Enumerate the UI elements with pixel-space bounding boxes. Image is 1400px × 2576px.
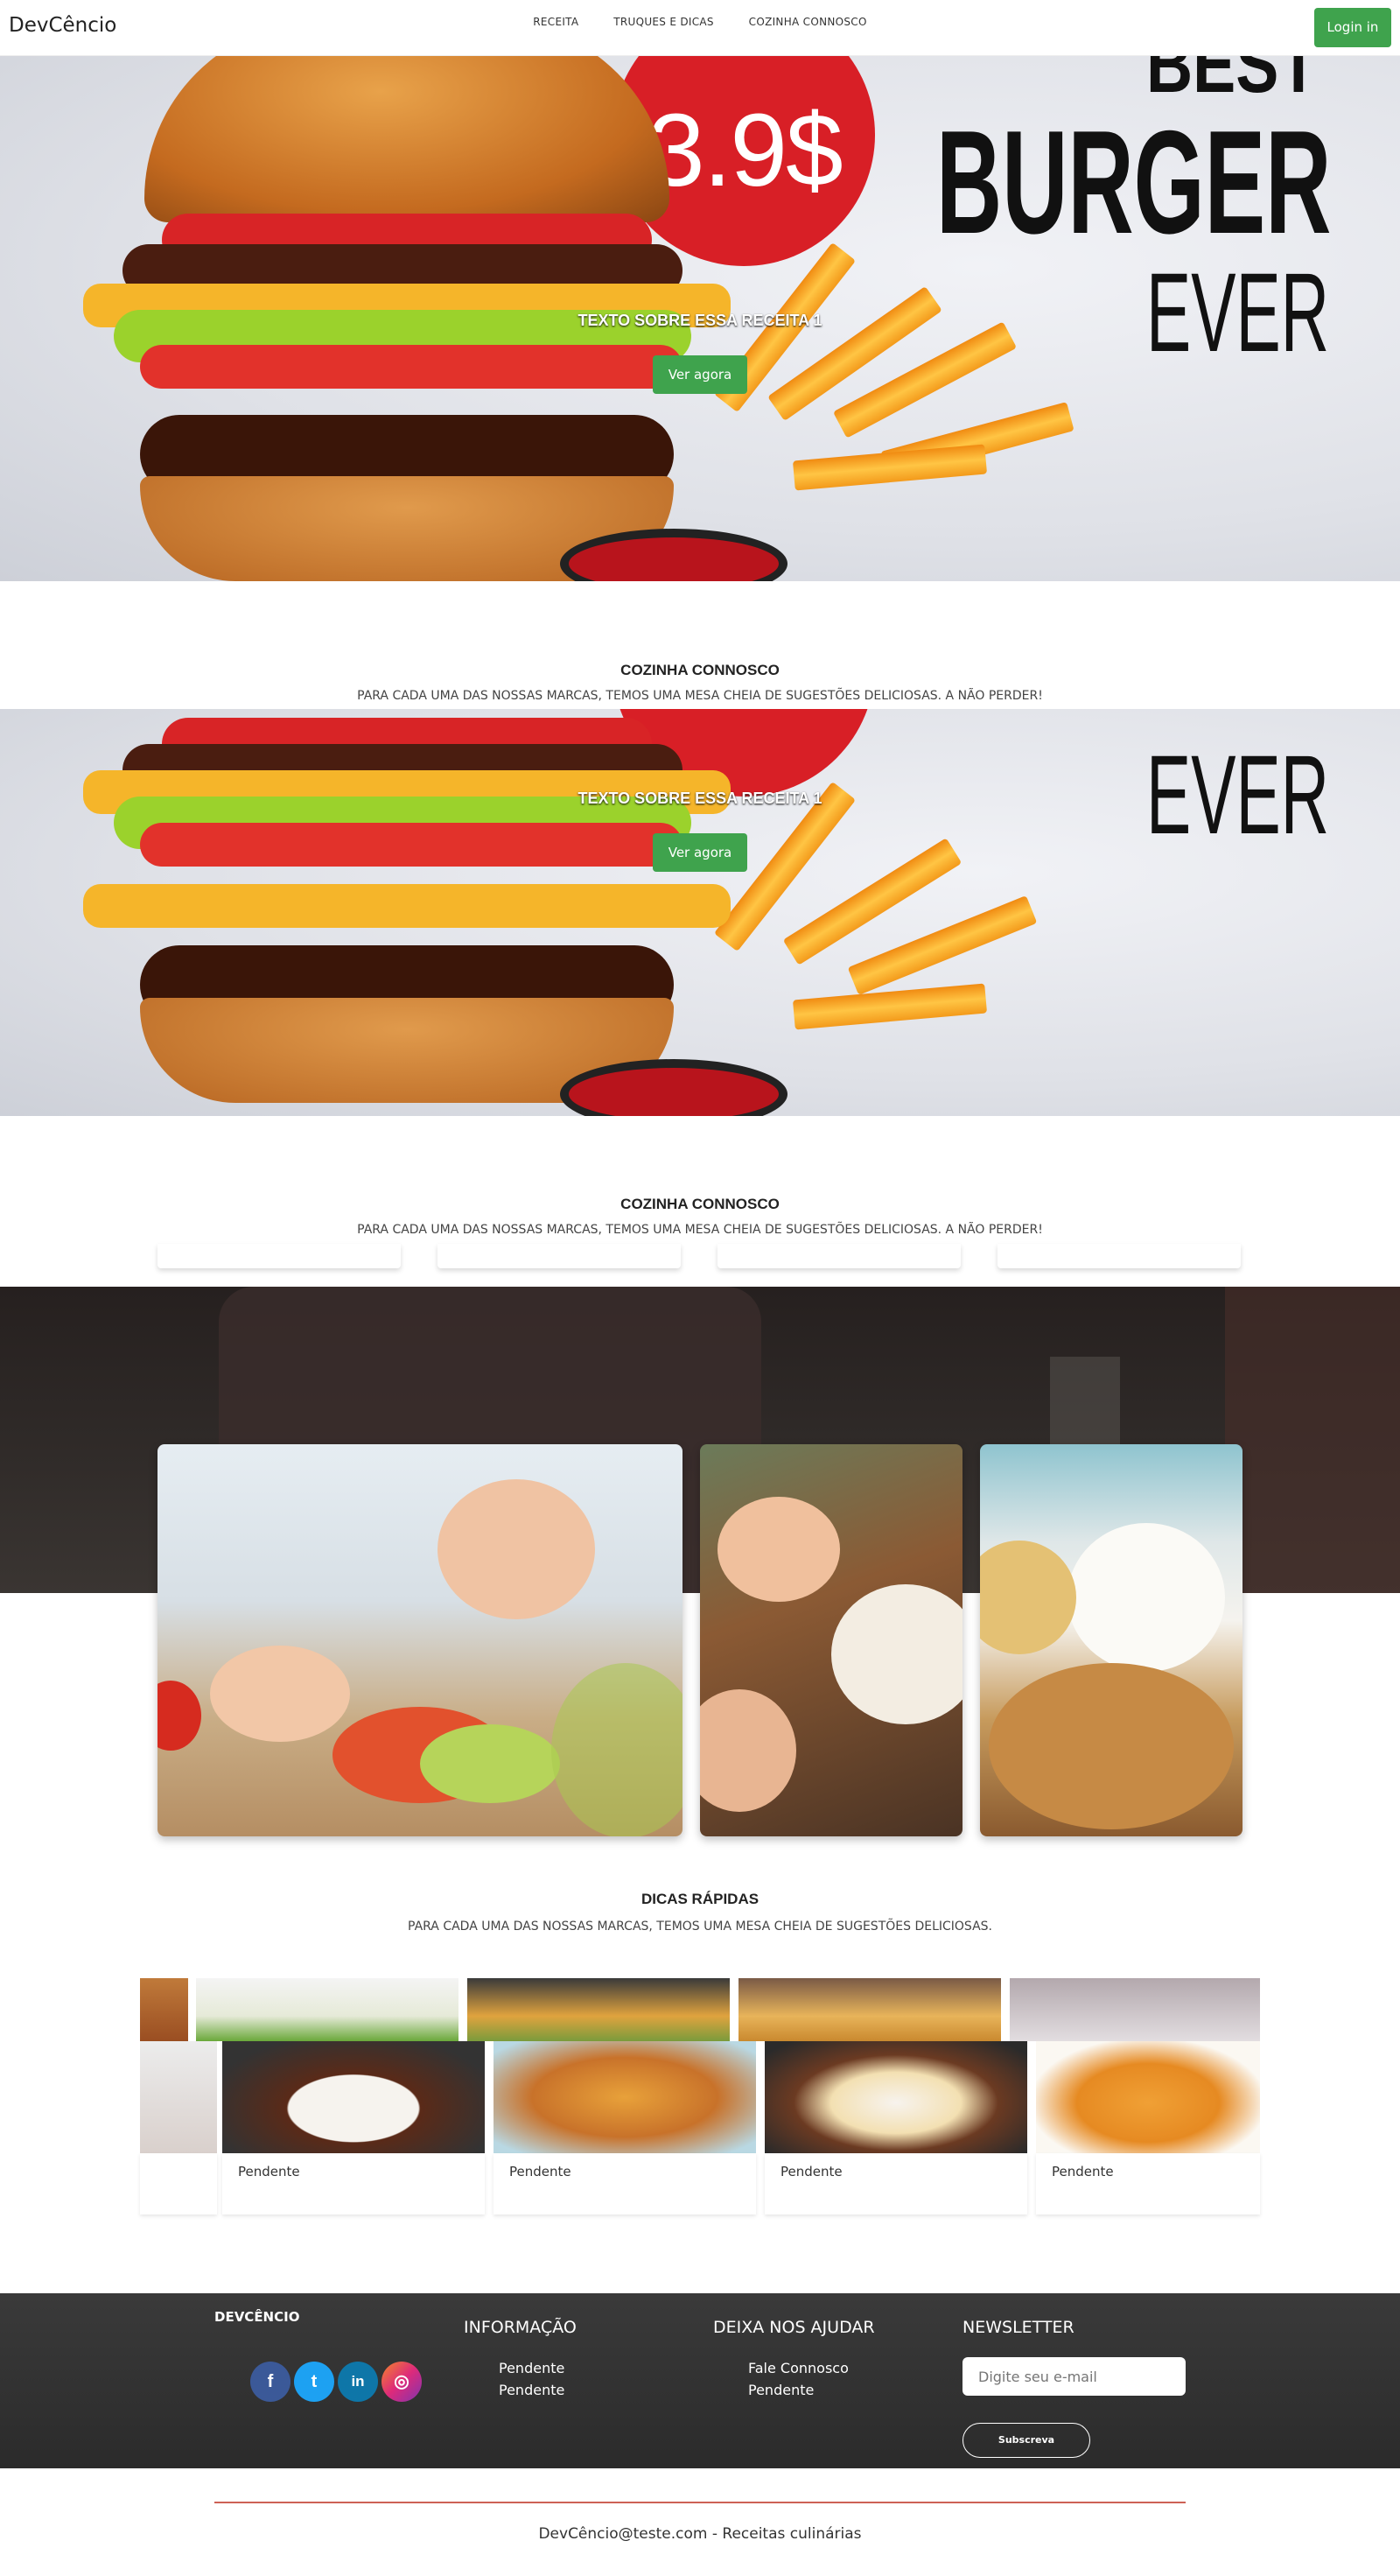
photo-card-chopping-onion[interactable] [700,1444,962,1836]
twitter-icon[interactable]: t [294,2362,334,2402]
section-subtitle: PARA CADA UMA DAS NOSSAS MARCAS, TEMOS U… [408,1920,992,1934]
tomato-shape [158,1681,201,1751]
card[interactable] [158,1244,401,1268]
chicken-pile [989,1663,1234,1829]
card[interactable] [998,1244,1241,1268]
burger-cheese [83,884,731,928]
main-menu: RECEITA TRUQUES E DICAS COZINHA CONNOSCO [0,16,1400,28]
footer-newsletter-title: NEWSLETTER [962,2318,1074,2337]
hero-cta-button[interactable]: Ver agora [653,355,747,394]
footer-help-link[interactable]: Fale Connosco [748,2360,849,2376]
hand-shape [438,1479,595,1619]
hero-banner: EVER TEXTO SOBRE ESSA RECEITA 1 Ver agor… [0,709,1400,1116]
footer-info-link[interactable]: Pendente [499,2360,564,2376]
subscribe-button[interactable]: Subscreva [962,2423,1090,2458]
footer-divider [214,2502,1186,2503]
instagram-icon[interactable]: ◎ [382,2362,422,2402]
carousel-peek [196,1978,458,2041]
footer-info-title: INFORMAÇÃO [464,2318,577,2337]
copyright-text: DevCêncio@teste.com - Receitas culinária… [538,2525,862,2543]
carousel-peek [1010,1978,1260,2041]
carousel-image[interactable] [1036,2041,1260,2153]
carousel-card-label: Pendente [509,2164,571,2179]
hero-caption: TEXTO SOBRE ESSA RECEITA 1 [578,790,822,807]
section-subtitle: PARA CADA UMA DAS NOSSAS MARCAS, TEMOS U… [357,1223,1043,1237]
carousel-peek [738,1978,1001,2041]
section-title: DICAS RÁPIDAS [640,1891,760,1907]
carousel-image[interactable] [765,2041,1027,2153]
linkedin-icon[interactable]: in [338,2362,378,2402]
nav-item-cozinha[interactable]: COZINHA CONNOSCO [749,16,867,28]
farofa-pile [980,1541,1076,1654]
photo-card-cutting-tomato[interactable] [158,1444,682,1836]
footer: DEVCÊNCIO f t in ◎ INFORMAÇÃO Pendente P… [0,2293,1400,2468]
burger-tomato [140,345,682,389]
hand-shape [718,1497,840,1602]
burger-bun-top [144,56,669,222]
carousel-card[interactable]: Pendente [1036,2153,1260,2215]
section-subtitle: PARA CADA UMA DAS NOSSAS MARCAS, TEMOS U… [357,689,1043,703]
carousel-card[interactable]: Pendente [222,2153,485,2215]
hero-caption: TEXTO SOBRE ESSA RECEITA 1 [578,312,822,329]
burger-word: BURGER [936,100,1332,264]
footer-brand: DEVCÊNCIO [214,2309,300,2325]
hand-shape [210,1646,350,1742]
rice-pile [1068,1523,1225,1672]
onion-pile [831,1584,962,1724]
carousel-card-label: Pendente [780,2164,843,2179]
carousel-card[interactable]: Pendente [494,2153,756,2215]
hero-banner: 3.9$ BEST BURGER EVER TEXTO SOBRE ESSA R… [0,56,1400,581]
card[interactable] [718,1244,961,1268]
footer-help-title: DEIXA NOS AJUDAR [713,2318,875,2337]
hand-shape [700,1689,796,1812]
newsletter-email-input[interactable] [962,2357,1186,2396]
carousel-image[interactable] [494,2041,756,2153]
carousel-card[interactable] [140,2153,217,2215]
facebook-icon[interactable]: f [250,2362,290,2402]
carousel-peek [467,1978,730,2041]
nav-item-truques[interactable]: TRUQUES E DICAS [613,16,714,28]
carousel-card-label: Pendente [1052,2164,1114,2179]
carousel-image[interactable] [222,2041,485,2153]
hero-cta-button[interactable]: Ver agora [653,833,747,872]
nav-item-receita[interactable]: RECEITA [533,16,578,28]
card[interactable] [438,1244,681,1268]
carousel-card[interactable]: Pendente [765,2153,1027,2215]
footer-help-link[interactable]: Pendente [748,2382,814,2398]
carousel-card-label: Pendente [238,2164,300,2179]
footer-info-link[interactable]: Pendente [499,2382,564,2398]
section-title: COZINHA CONNOSCO [620,662,780,678]
navbar: DevCêncio RECEITA TRUQUES E DICAS COZINH… [0,0,1400,56]
login-button[interactable]: Login in [1314,8,1391,47]
photo-card-grilled-chicken[interactable] [980,1444,1242,1836]
background-shape [1225,1287,1400,1593]
fry [792,983,988,1030]
section-title: COZINHA CONNOSCO [620,1196,780,1212]
burger-tomato [140,823,682,867]
cucumber-pile [420,1724,560,1803]
carousel-image[interactable] [140,2041,217,2153]
glass-bowl [551,1663,682,1836]
price-label: 3.9$ [648,93,844,208]
carousel-peek [140,1978,188,2041]
